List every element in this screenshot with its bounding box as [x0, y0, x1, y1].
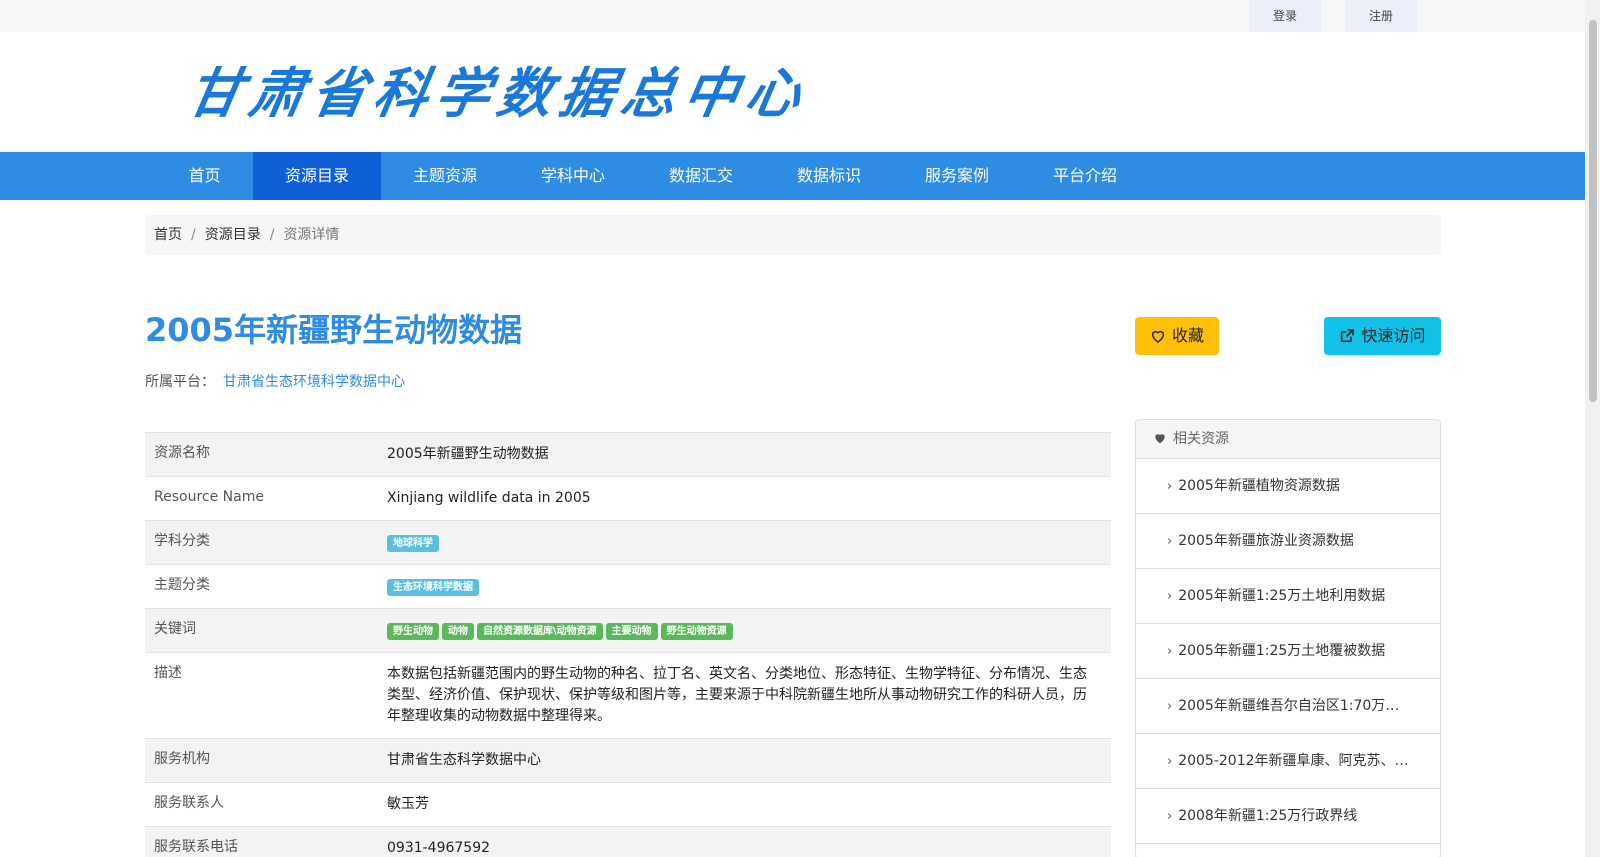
- breadcrumb-separator: /: [269, 227, 275, 243]
- related-item[interactable]: › 2005年新疆1:25万土地覆被数据: [1136, 624, 1440, 679]
- table-row: Resource Name Xinjiang wildlife data in …: [145, 476, 1111, 520]
- panel-header: 相关资源: [1136, 420, 1440, 459]
- related-item-label: 2005年新疆植物资源数据: [1178, 478, 1340, 494]
- row-value: 本数据包括新疆范围内的野生动物的种名、拉丁名、英文名、分类地位、形态特征、生物学…: [387, 666, 1087, 724]
- resource-details-table: 资源名称 2005年新疆野生动物数据 Resource Name Xinjian…: [145, 432, 1111, 857]
- related-item[interactable]: › 2005年新疆1:25万土地利用数据: [1136, 569, 1440, 624]
- platform-link[interactable]: 甘肃省生态环境科学数据中心: [223, 374, 405, 390]
- nav-item-cases[interactable]: 服务案例: [893, 152, 1021, 200]
- breadcrumb: 首页 / 资源目录 / 资源详情: [145, 215, 1441, 255]
- heart-outline-icon: [1151, 330, 1165, 343]
- related-item-label: 2005年新疆1:25万土地利用数据: [1178, 588, 1386, 604]
- external-link-icon: [1341, 329, 1355, 343]
- chevron-right-icon: ›: [1167, 479, 1173, 494]
- row-label: 服务联系人: [154, 795, 224, 811]
- row-value: 0931-4967592: [387, 840, 491, 856]
- favorite-label: 收藏: [1171, 326, 1204, 345]
- table-row: 关键词 野生动物 动物 自然资源数据库\动物资源 主要动物 野生动物资源: [145, 608, 1111, 652]
- keyword-tag[interactable]: 动物: [442, 623, 474, 640]
- related-item-label: 2005-2012年新疆阜康、阿克苏、…: [1178, 753, 1409, 769]
- nav-item-home[interactable]: 首页: [153, 152, 256, 200]
- chevron-right-icon: ›: [1167, 754, 1173, 769]
- quick-visit-button[interactable]: 快速访问: [1324, 317, 1441, 355]
- table-row: 主题分类 生态环境科学数据: [145, 564, 1111, 608]
- table-row: 描述 本数据包括新疆范围内的野生动物的种名、拉丁名、英文名、分类地位、形态特征、…: [145, 652, 1111, 738]
- table-row: 服务机构 甘肃省生态科学数据中心: [145, 738, 1111, 782]
- row-label: 服务联系电话: [154, 839, 238, 855]
- nav-item-disciplines[interactable]: 学科中心: [509, 152, 637, 200]
- related-item[interactable]: › 2005年新疆旅游业资源数据: [1136, 514, 1440, 569]
- table-row: 资源名称 2005年新疆野生动物数据: [145, 432, 1111, 476]
- page-title: 2005年新疆野生动物数据: [145, 311, 523, 349]
- row-value: 2005年新疆野生动物数据: [387, 446, 549, 462]
- register-button[interactable]: 注册: [1345, 0, 1417, 32]
- related-item[interactable]: › 2005年新疆植物资源数据: [1136, 459, 1440, 514]
- related-item-label: 2005年新疆维吾尔自治区1:70万…: [1178, 698, 1400, 714]
- row-label: 学科分类: [154, 533, 210, 549]
- row-value: 甘肃省生态科学数据中心: [387, 752, 541, 768]
- row-value: 敏玉芳: [387, 796, 429, 812]
- subject-tag[interactable]: 地球科学: [387, 535, 439, 552]
- row-label: 服务机构: [154, 751, 210, 767]
- related-item-label: 2005年新疆1:25万土地覆被数据: [1178, 643, 1386, 659]
- row-label: 资源名称: [154, 445, 210, 461]
- related-item[interactable]: › 2005年新疆维吾尔自治区1:70万…: [1136, 679, 1440, 734]
- site-header: 甘肃省科学数据总中心: [0, 32, 1600, 152]
- chevron-right-icon: ›: [1167, 534, 1173, 549]
- keyword-tag[interactable]: 自然资源数据库\动物资源: [477, 623, 603, 640]
- row-value: 野生动物 动物 自然资源数据库\动物资源 主要动物 野生动物资源: [387, 609, 1111, 652]
- chevron-right-icon: ›: [1167, 589, 1173, 604]
- login-button[interactable]: 登录: [1249, 0, 1321, 32]
- platform-info: 所属平台： 甘肃省生态环境科学数据中心: [145, 372, 405, 392]
- breadcrumb-catalog[interactable]: 资源目录: [205, 227, 261, 243]
- keyword-tag[interactable]: 主要动物: [605, 623, 658, 640]
- table-row: 学科分类 地球科学: [145, 520, 1111, 564]
- nav-item-about[interactable]: 平台介绍: [1021, 152, 1149, 200]
- page-scrollbar[interactable]: [1585, 0, 1600, 857]
- scrollbar-thumb[interactable]: [1589, 20, 1597, 402]
- related-resources-panel: 相关资源 › 2005年新疆植物资源数据 › 2005年新疆旅游业资源数据 › 200…: [1135, 419, 1441, 857]
- row-value: Xinjiang wildlife data in 2005: [387, 490, 591, 506]
- main-nav: 首页 资源目录 主题资源 学科中心 数据汇交 数据标识 服务案例 平台介绍: [0, 152, 1585, 200]
- row-label: 主题分类: [154, 577, 210, 593]
- row-value: 生态环境科学数据: [387, 565, 1111, 608]
- related-item-label: 2005年新疆旅游业资源数据: [1178, 533, 1354, 549]
- heart-icon: [1155, 434, 1165, 444]
- chevron-right-icon: ›: [1167, 699, 1173, 714]
- platform-label: 所属平台：: [145, 374, 215, 390]
- keyword-tag[interactable]: 野生动物: [387, 623, 439, 640]
- breadcrumb-separator: /: [191, 227, 196, 243]
- chevron-right-icon: ›: [1167, 809, 1173, 824]
- chevron-right-icon: ›: [1167, 644, 1173, 659]
- panel-title: 相关资源: [1173, 431, 1229, 447]
- quick-visit-label: 快速访问: [1361, 326, 1426, 345]
- site-logo[interactable]: 甘肃省科学数据总中心: [181, 54, 815, 134]
- top-bar: 登录 注册: [0, 0, 1600, 32]
- theme-tag[interactable]: 生态环境科学数据: [387, 579, 479, 596]
- nav-item-identifiers[interactable]: 数据标识: [765, 152, 893, 200]
- related-item-label: 2008年新疆1:25万行政界线: [1178, 808, 1358, 824]
- favorite-button[interactable]: 收藏: [1135, 317, 1219, 355]
- related-item[interactable]: › 2005-2012年新疆阜康、阿克苏、…: [1136, 734, 1440, 789]
- breadcrumb-home[interactable]: 首页: [154, 227, 182, 243]
- table-row: 服务联系电话 0931-4967592: [145, 826, 1111, 857]
- row-value: 地球科学: [387, 521, 1111, 564]
- keyword-tag[interactable]: 野生动物资源: [660, 623, 733, 640]
- nav-item-submission[interactable]: 数据汇交: [637, 152, 765, 200]
- nav-item-topics[interactable]: 主题资源: [381, 152, 509, 200]
- related-item[interactable]: › 2008年新疆1:25万行政界线: [1136, 789, 1440, 844]
- table-row: 服务联系人 敏玉芳: [145, 782, 1111, 826]
- nav-item-catalog[interactable]: 资源目录: [253, 152, 381, 200]
- row-label: 描述: [154, 665, 182, 681]
- row-label: Resource Name: [154, 489, 264, 505]
- breadcrumb-current: 资源详情: [283, 227, 340, 243]
- row-label: 关键词: [154, 621, 196, 637]
